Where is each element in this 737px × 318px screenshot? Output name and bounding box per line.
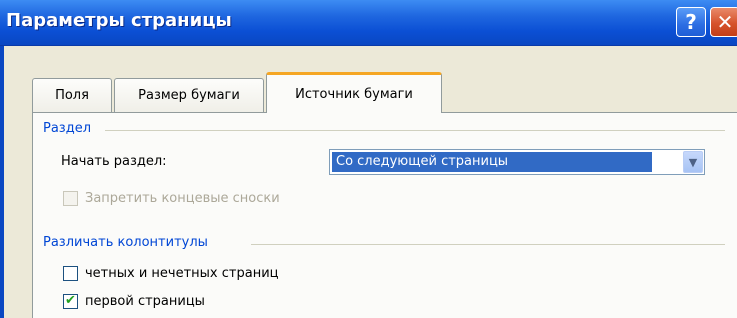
- checkmark-icon: ✔: [65, 293, 76, 308]
- page-setup-dialog: Поля Размер бумаги Источник бумаги Разде…: [0, 46, 737, 318]
- tab-paper-size[interactable]: Размер бумаги: [114, 78, 264, 112]
- headers-footers-group-label: Различать колонтитулы: [43, 235, 208, 250]
- section-divider: [105, 130, 725, 131]
- tab-panel: Раздел Начать раздел: Со следующей стран…: [32, 112, 737, 318]
- help-button[interactable]: ?: [676, 7, 706, 37]
- start-section-value: Со следующей страницы: [332, 152, 652, 172]
- tab-margins[interactable]: Поля: [32, 78, 112, 112]
- close-icon: ✕: [716, 10, 734, 34]
- odd-even-checkbox[interactable]: [63, 266, 78, 281]
- start-section-label: Начать раздел:: [61, 154, 167, 169]
- chevron-down-icon[interactable]: ▼: [683, 151, 703, 173]
- tab-label: Размер бумаги: [138, 88, 240, 103]
- title-bar: Параметры страницы ? ✕: [0, 0, 737, 46]
- suppress-endnotes-label: Запретить концевые сноски: [85, 191, 280, 206]
- tab-label: Источник бумаги: [295, 86, 413, 102]
- odd-even-label: четных и нечетных страниц: [85, 266, 279, 281]
- suppress-endnotes-checkbox[interactable]: [63, 191, 78, 206]
- headers-footers-divider: [251, 244, 725, 245]
- first-page-checkbox[interactable]: ✔: [63, 293, 78, 309]
- section-group-label: Раздел: [43, 121, 92, 136]
- help-icon: ?: [685, 10, 697, 34]
- first-page-label: первой страницы: [85, 294, 205, 309]
- window-title: Параметры страницы: [6, 10, 232, 31]
- start-section-select[interactable]: Со следующей страницы ▼: [329, 149, 705, 175]
- tab-label: Поля: [55, 88, 89, 103]
- tab-paper-source[interactable]: Источник бумаги: [266, 72, 442, 113]
- close-button[interactable]: ✕: [710, 7, 737, 37]
